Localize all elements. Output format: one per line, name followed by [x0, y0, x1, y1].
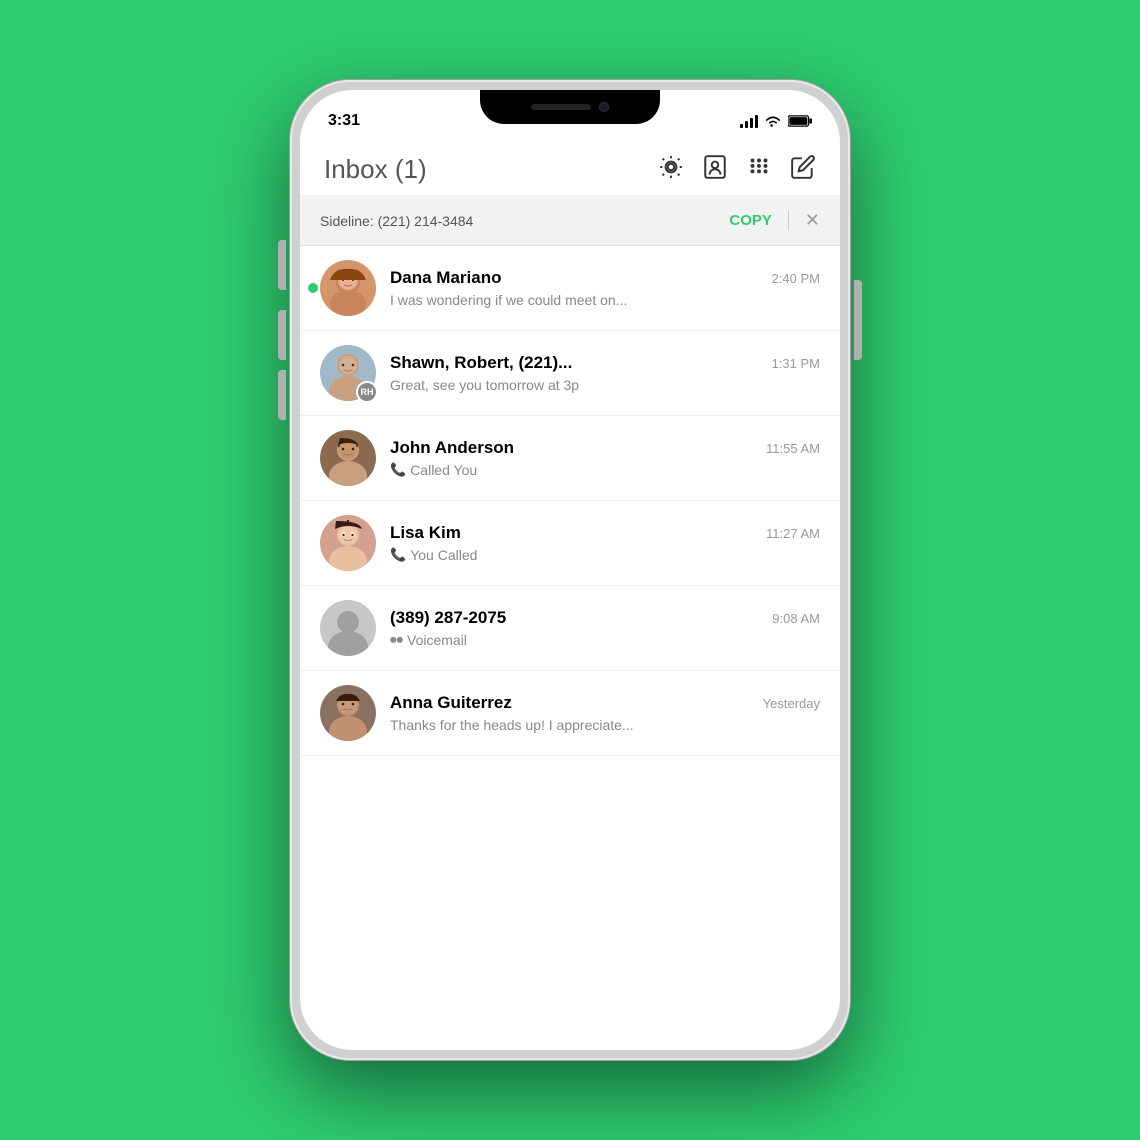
conversation-content: John Anderson 11:55 AM 📞 Called You — [390, 438, 820, 478]
contact-name: Shawn, Robert, (221)... — [390, 353, 572, 373]
list-item[interactable]: (389) 287-2075 9:08 AM ⏺⏺ Voicemail — [300, 586, 840, 671]
conversation-top: Dana Mariano 2:40 PM — [390, 268, 820, 288]
compose-icon[interactable] — [790, 154, 816, 185]
phone-frame: 3:31 — [290, 80, 850, 1060]
conversation-content: Anna Guiterrez Yesterday Thanks for the … — [390, 693, 820, 733]
contact-name: Dana Mariano — [390, 268, 501, 288]
timestamp: 1:31 PM — [772, 356, 820, 371]
call-icon: 📞 — [390, 547, 406, 563]
notch — [480, 90, 660, 124]
conversation-top: (389) 287-2075 9:08 AM — [390, 608, 820, 628]
timestamp: Yesterday — [763, 696, 820, 711]
timestamp: 11:27 AM — [766, 526, 820, 541]
avatar-container — [320, 600, 376, 656]
header-icons — [658, 154, 816, 185]
list-item[interactable]: Lisa Kim 11:27 AM 📞 You Called — [300, 501, 840, 586]
settings-icon[interactable] — [658, 154, 684, 185]
conversation-top: Shawn, Robert, (221)... 1:31 PM — [390, 353, 820, 373]
sideline-number: Sideline: (221) 214-3484 — [320, 213, 473, 229]
app-header: Inbox (1) — [300, 140, 840, 196]
preview-text: I was wondering if we could meet on... — [390, 292, 627, 308]
message-preview: Great, see you tomorrow at 3p — [390, 377, 820, 393]
avatar — [320, 685, 376, 741]
avatar-initials: RH — [356, 381, 378, 403]
title-inbox: Inbox — [324, 154, 388, 184]
timestamp: 9:08 AM — [772, 611, 820, 626]
avatar — [320, 430, 376, 486]
phone-screen: 3:31 — [300, 90, 840, 1050]
avatar — [320, 515, 376, 571]
wifi-icon — [764, 114, 782, 128]
conversation-top: John Anderson 11:55 AM — [390, 438, 820, 458]
copy-button[interactable]: COPY — [729, 212, 772, 229]
conversation-content: (389) 287-2075 9:08 AM ⏺⏺ Voicemail — [390, 608, 820, 648]
timestamp: 11:55 AM — [766, 441, 820, 456]
timestamp: 2:40 PM — [772, 271, 820, 286]
avatar — [320, 260, 376, 316]
contact-name: Anna Guiterrez — [390, 693, 512, 713]
status-icons — [740, 114, 812, 128]
list-item[interactable]: RH Shawn, Robert, (221)... 1:31 PM Great… — [300, 331, 840, 416]
speaker — [531, 104, 591, 110]
conversation-top: Anna Guiterrez Yesterday — [390, 693, 820, 713]
contact-name: John Anderson — [390, 438, 514, 458]
preview-text: You Called — [410, 547, 477, 563]
avatar-container — [320, 515, 376, 571]
message-preview: Thanks for the heads up! I appreciate... — [390, 717, 820, 733]
preview-text: Great, see you tomorrow at 3p — [390, 377, 579, 393]
preview-text: Called You — [410, 462, 477, 478]
title-count: (1) — [395, 154, 427, 184]
close-button[interactable]: ✕ — [805, 210, 820, 231]
app-content: Inbox (1) — [300, 140, 840, 1050]
list-item[interactable]: Dana Mariano 2:40 PM I was wondering if … — [300, 246, 840, 331]
list-item[interactable]: John Anderson 11:55 AM 📞 Called You — [300, 416, 840, 501]
battery-icon — [788, 114, 812, 128]
message-preview: ⏺⏺ Voicemail — [390, 632, 820, 648]
preview-text: Thanks for the heads up! I appreciate... — [390, 717, 634, 733]
message-preview: I was wondering if we could meet on... — [390, 292, 820, 308]
avatar-container — [320, 430, 376, 486]
conversation-content: Dana Mariano 2:40 PM I was wondering if … — [390, 268, 820, 308]
divider — [788, 211, 789, 231]
conversation-content: Shawn, Robert, (221)... 1:31 PM Great, s… — [390, 353, 820, 393]
contact-name: (389) 287-2075 — [390, 608, 506, 628]
status-time: 3:31 — [328, 112, 360, 130]
preview-text: Voicemail — [407, 632, 467, 648]
conversation-content: Lisa Kim 11:27 AM 📞 You Called — [390, 523, 820, 563]
contact-name: Lisa Kim — [390, 523, 461, 543]
avatar-container — [320, 260, 376, 316]
message-preview: 📞 Called You — [390, 462, 820, 478]
list-item[interactable]: Anna Guiterrez Yesterday Thanks for the … — [300, 671, 840, 756]
conversation-top: Lisa Kim 11:27 AM — [390, 523, 820, 543]
avatar-container: RH — [320, 345, 376, 401]
message-preview: 📞 You Called — [390, 547, 820, 563]
app-title: Inbox (1) — [324, 154, 427, 185]
avatar-container — [320, 685, 376, 741]
contacts-icon[interactable] — [702, 154, 728, 185]
dialpad-icon[interactable] — [746, 154, 772, 185]
conversation-list: Dana Mariano 2:40 PM I was wondering if … — [300, 246, 840, 1050]
sideline-actions: COPY ✕ — [729, 210, 820, 231]
voicemail-icon: ⏺⏺ — [390, 632, 403, 648]
sideline-banner: Sideline: (221) 214-3484 COPY ✕ — [300, 196, 840, 246]
camera — [599, 102, 609, 112]
avatar — [320, 600, 376, 656]
call-icon: 📞 — [390, 462, 406, 478]
unread-indicator — [308, 283, 318, 293]
signal-icon — [740, 114, 758, 128]
